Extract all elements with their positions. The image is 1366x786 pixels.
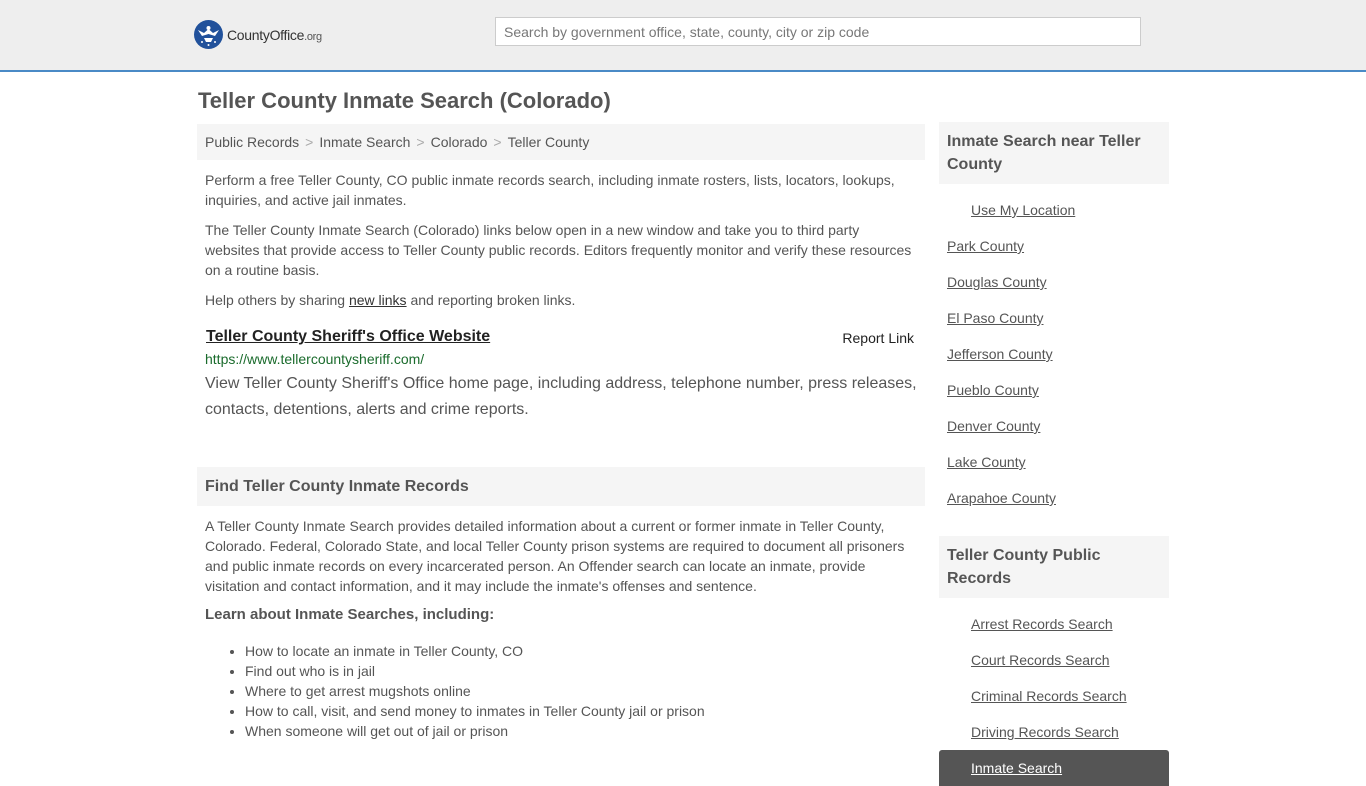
sidebar-item-arrest-records: Arrest Records Search <box>939 606 1169 642</box>
sidebar-item-county: El Paso County <box>939 300 1169 336</box>
breadcrumb-teller-county[interactable]: Teller County <box>508 134 590 150</box>
breadcrumb-inmate-search[interactable]: Inmate Search <box>319 134 410 150</box>
list-item: How to locate an inmate in Teller County… <box>245 641 925 661</box>
sidebar-nearby: Inmate Search near Teller County Use My … <box>939 122 1169 516</box>
eagle-seal-icon <box>194 20 223 49</box>
intro-paragraph: Perform a free Teller County, CO public … <box>205 172 895 208</box>
arrest-records-link[interactable]: Arrest Records Search <box>971 616 1113 632</box>
result-description: View Teller County Sheriff's Office home… <box>205 375 917 418</box>
county-link[interactable]: Douglas County <box>947 274 1047 290</box>
list-item: When someone will get out of jail or pri… <box>245 721 925 741</box>
inmate-search-link[interactable]: Inmate Search <box>971 760 1062 776</box>
county-link[interactable]: Park County <box>947 238 1024 254</box>
use-my-location-link[interactable]: Use My Location <box>971 202 1075 218</box>
result-url: https://www.tellercountysheriff.com/ <box>205 351 425 367</box>
learn-list: How to locate an inmate in Teller County… <box>197 641 925 741</box>
breadcrumb-colorado[interactable]: Colorado <box>431 134 488 150</box>
county-link[interactable]: El Paso County <box>947 310 1044 326</box>
sidebar-item-county: Arapahoe County <box>939 480 1169 516</box>
county-link[interactable]: Arapahoe County <box>947 490 1056 506</box>
page-title: Teller County Inmate Search (Colorado) <box>198 88 611 113</box>
sidebar-item-driving-records: Driving Records Search <box>939 714 1169 750</box>
sidebar-item-county: Jefferson County <box>939 336 1169 372</box>
breadcrumb-public-records[interactable]: Public Records <box>205 134 299 150</box>
court-records-link[interactable]: Court Records Search <box>971 652 1110 668</box>
breadcrumb: Public Records > Inmate Search > Colorad… <box>197 124 925 160</box>
breadcrumb-separator: > <box>305 134 314 150</box>
sidebar-item-county: Douglas County <box>939 264 1169 300</box>
sidebar-item-inmate-search: Inmate Search <box>939 750 1169 786</box>
nearby-county-list: Use My Location Park County Douglas Coun… <box>939 192 1169 516</box>
site-logo[interactable]: CountyOffice.org <box>194 20 322 49</box>
sidebar-item-county: Lake County <box>939 444 1169 480</box>
main-content: Public Records > Inmate Search > Colorad… <box>197 124 925 741</box>
learn-heading: Learn about Inmate Searches, including: <box>205 606 495 623</box>
result-item: Teller County Sheriff's Office Website R… <box>197 328 925 423</box>
sidebar-item-use-location: Use My Location <box>939 192 1169 228</box>
sidebar-item-county: Pueblo County <box>939 372 1169 408</box>
sidebar-records-heading: Teller County Public Records <box>939 536 1169 598</box>
result-title-link[interactable]: Teller County Sheriff's Office Website <box>206 328 490 346</box>
list-item: Where to get arrest mugshots online <box>245 681 925 701</box>
sidebar-item-criminal-records: Criminal Records Search <box>939 678 1169 714</box>
disclaimer-paragraph: The Teller County Inmate Search (Colorad… <box>205 222 912 278</box>
sidebar-item-court-records: Court Records Search <box>939 642 1169 678</box>
breadcrumb-separator: > <box>493 134 502 150</box>
sidebar-item-county: Park County <box>939 228 1169 264</box>
sidebar-item-county: Denver County <box>939 408 1169 444</box>
driving-records-link[interactable]: Driving Records Search <box>971 724 1119 740</box>
site-header: CountyOffice.org <box>0 0 1366 72</box>
find-records-heading: Find Teller County Inmate Records <box>197 467 925 506</box>
county-link[interactable]: Jefferson County <box>947 346 1053 362</box>
list-item: Find out who is in jail <box>245 661 925 681</box>
sidebar-public-records: Teller County Public Records Arrest Reco… <box>939 536 1169 786</box>
sidebar-nearby-heading: Inmate Search near Teller County <box>939 122 1169 184</box>
share-links-paragraph: Help others by sharing new links and rep… <box>205 292 576 308</box>
find-records-body: A Teller County Inmate Search provides d… <box>205 518 905 594</box>
criminal-records-link[interactable]: Criminal Records Search <box>971 688 1127 704</box>
county-link[interactable]: Lake County <box>947 454 1026 470</box>
logo-wordmark: CountyOffice.org <box>227 26 322 43</box>
search-input[interactable] <box>495 17 1141 46</box>
new-links-link[interactable]: new links <box>349 292 407 308</box>
county-link[interactable]: Denver County <box>947 418 1040 434</box>
report-link-button[interactable]: Report Link <box>842 330 914 346</box>
breadcrumb-separator: > <box>416 134 425 150</box>
list-item: How to call, visit, and send money to in… <box>245 701 925 721</box>
records-link-list: Arrest Records Search Court Records Sear… <box>939 606 1169 786</box>
county-link[interactable]: Pueblo County <box>947 382 1039 398</box>
